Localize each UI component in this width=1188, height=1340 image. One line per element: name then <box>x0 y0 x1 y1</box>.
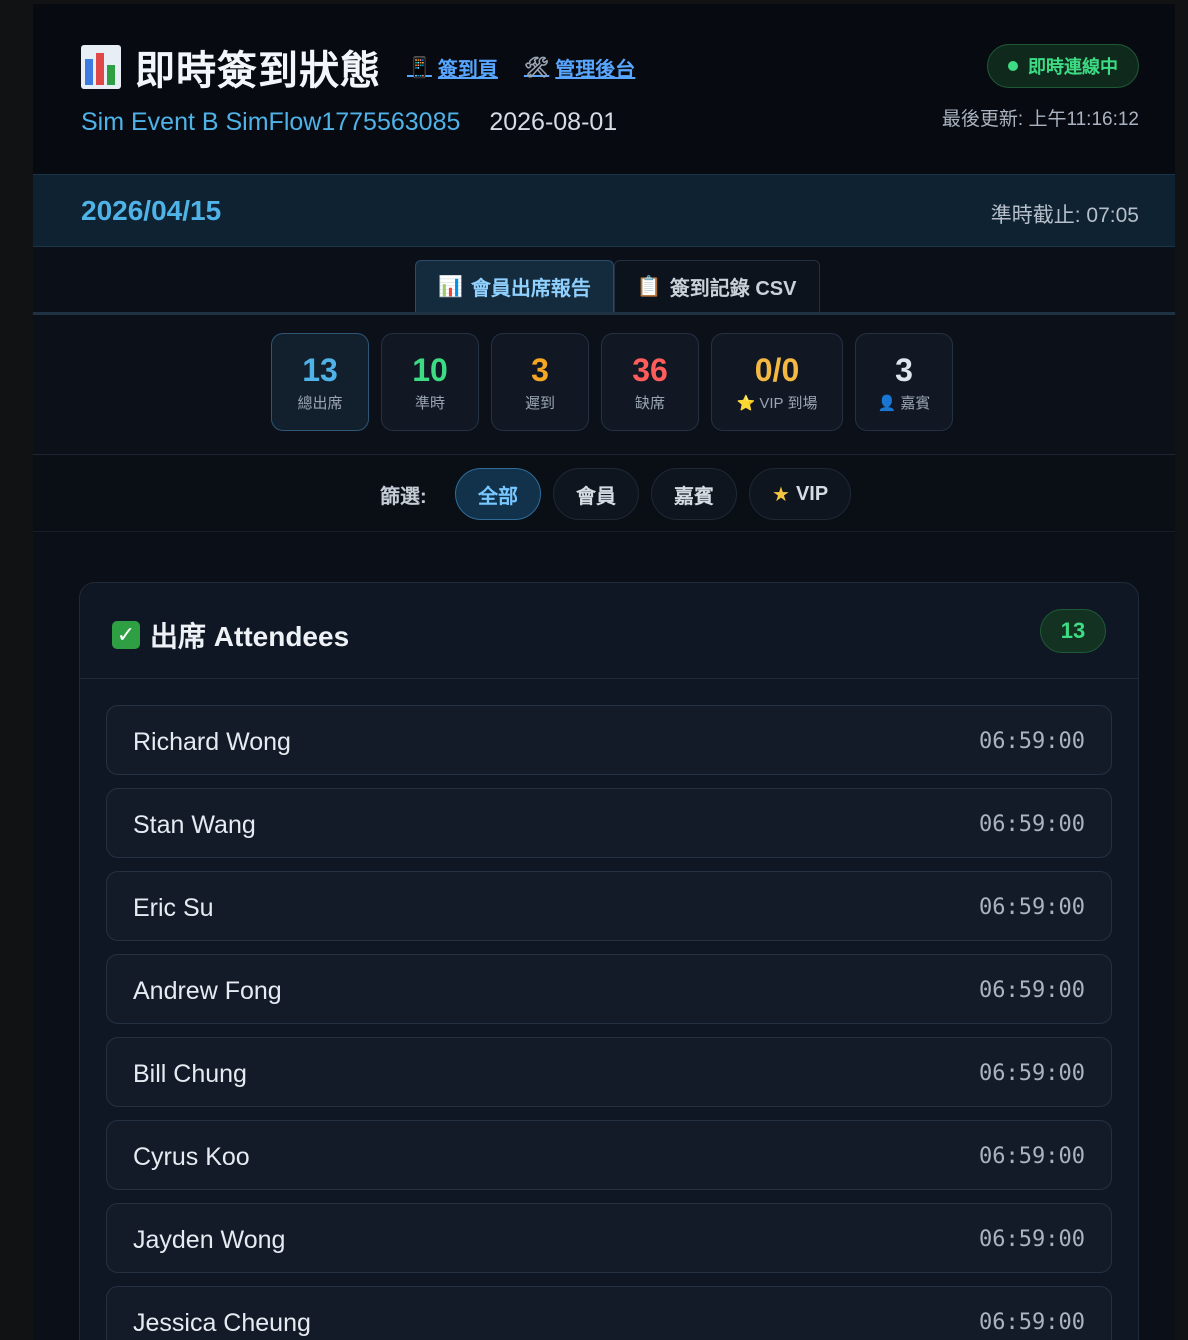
checkin-time: 06:59:00 <box>979 1061 1085 1086</box>
checkin-time: 06:59:00 <box>979 1144 1085 1169</box>
attendee-name: Jayden Wong <box>133 1226 286 1254</box>
filter-bar: 篩選: 全部 會員 嘉賓 ★ VIP <box>33 456 1175 532</box>
session-date: 2026/04/15 <box>81 195 222 226</box>
attendee-name: Eric Su <box>133 894 214 922</box>
filter-chips: 全部 會員 嘉賓 ★ VIP <box>455 468 852 520</box>
panel-header: ✓ 出席 Attendees 13 <box>80 583 1138 679</box>
stat-label: ⭐ VIP 到場 <box>736 394 818 412</box>
filter-chip-label: 全部 <box>478 485 518 508</box>
stat-card: 3 👤 嘉賓 <box>855 333 953 431</box>
phone-icon: 📱 <box>407 56 432 79</box>
attendee-row: Richard Wong 06:59:00 <box>106 705 1112 775</box>
filter-chip-label: 會員 <box>576 485 616 508</box>
attendee-row: Jessica Cheung 06:59:00 <box>106 1286 1112 1340</box>
attendee-name: Jessica Cheung <box>133 1309 311 1337</box>
last-updated: 最後更新: 上午11:16:12 <box>941 109 1139 130</box>
stat-label: 👤 嘉賓 <box>877 394 931 412</box>
stat-value: 13 <box>302 351 338 388</box>
stat-value: 3 <box>895 351 913 388</box>
filter-chip[interactable]: 會員 <box>553 468 639 520</box>
tab-label: 簽到記錄 CSV <box>669 278 797 300</box>
date-bar: 2026/04/15 準時截止: 07:05 <box>33 174 1175 247</box>
checkin-time: 06:59:00 <box>979 1227 1085 1252</box>
bar-chart-icon <box>81 45 121 89</box>
tab-label: 會員出席報告 <box>470 278 591 300</box>
event-date: 2026-08-01 <box>489 108 618 136</box>
filter-chip[interactable]: 全部 <box>455 468 541 520</box>
admin-link-label: 管理後台 <box>555 58 636 81</box>
stat-value: 10 <box>412 351 448 388</box>
stat-value: 3 <box>531 351 549 388</box>
checkin-page-link-label: 簽到頁 <box>437 58 498 81</box>
stat-card: 13 總出席 <box>271 333 369 431</box>
attendee-name: Bill Chung <box>133 1060 247 1088</box>
filter-chip-label: 嘉賓 <box>674 485 714 508</box>
checkin-time: 06:59:00 <box>979 895 1085 920</box>
stat-value: 0/0 <box>754 351 800 388</box>
attendee-row: Cyrus Koo 06:59:00 <box>106 1120 1112 1190</box>
stat-card: 3 遲到 <box>491 333 589 431</box>
chart-icon: 📊 <box>438 276 463 298</box>
on-time-cutoff: 準時截止: 07:05 <box>990 204 1139 227</box>
tab-bar: 📊 會員出席報告 📋 簽到記錄 CSV <box>415 260 820 312</box>
live-dot-icon <box>1008 61 1018 71</box>
panel-title: ✓ 出席 Attendees <box>112 615 349 655</box>
tab-attendance-report[interactable]: 📊 會員出席報告 <box>415 260 614 312</box>
attendee-list: Richard Wong 06:59:00 Stan Wang 06:59:00 Eri… <box>106 705 1112 1340</box>
stat-label: 總出席 <box>297 394 343 412</box>
star-icon: ★ <box>772 483 790 506</box>
attendee-name: Andrew Fong <box>133 977 282 1005</box>
tab-checkin-csv[interactable]: 📋 簽到記錄 CSV <box>613 260 820 312</box>
filter-label: 篩選: <box>380 486 427 508</box>
stats-area: 13 總出席 10 準時 3 遲到 36 缺席 0/0 ⭐ VIP 到場 3 👤 嘉賓 <box>33 315 1175 455</box>
filter-chip[interactable]: ★ VIP <box>749 468 852 520</box>
stats-row: 13 總出席 10 準時 3 遲到 36 缺席 0/0 ⭐ VIP 到場 3 👤 嘉賓 <box>271 333 953 431</box>
live-status-badge: 即時連線中 <box>987 44 1139 88</box>
attendee-name: Cyrus Koo <box>133 1143 250 1171</box>
header: 即時簽到狀態 📱 簽到頁 🛠 管理後台 Sim Event B SimFlow1… <box>33 4 1175 174</box>
checkin-time: 06:59:00 <box>979 1310 1085 1335</box>
attendee-name: Richard Wong <box>133 728 291 756</box>
stat-label: 準時 <box>414 394 445 412</box>
stat-label: 遲到 <box>524 394 555 412</box>
stat-label: 缺席 <box>634 394 665 412</box>
event-name: Sim Event B SimFlow1775563085 <box>81 108 461 136</box>
checkin-time: 06:59:00 <box>979 978 1085 1003</box>
attendee-row: Andrew Fong 06:59:00 <box>106 954 1112 1024</box>
attendee-row: Jayden Wong 06:59:00 <box>106 1203 1112 1273</box>
stat-value: 36 <box>632 351 668 388</box>
filter-chip-label: VIP <box>795 482 829 505</box>
attendees-panel: ✓ 出席 Attendees 13 Richard Wong 06:59:00 St… <box>79 582 1139 1340</box>
live-status-label: 即時連線中 <box>1028 57 1118 77</box>
check-icon: ✓ <box>112 621 140 649</box>
attendee-row: Stan Wang 06:59:00 <box>106 788 1112 858</box>
title-row: 即時簽到狀態 📱 簽到頁 🛠 管理後台 <box>81 38 635 96</box>
checkin-time: 06:59:00 <box>979 729 1085 754</box>
attendee-name: Stan Wang <box>133 811 256 839</box>
panel-title-label: 出席 Attendees <box>150 621 350 652</box>
checkin-page-link[interactable]: 📱 簽到頁 <box>407 53 498 82</box>
stat-card: 10 準時 <box>381 333 479 431</box>
attendee-row: Bill Chung 06:59:00 <box>106 1037 1112 1107</box>
event-info: Sim Event B SimFlow1775563085 2026-08-01 <box>81 108 617 137</box>
stat-card: 0/0 ⭐ VIP 到場 <box>711 333 843 431</box>
filter-chip[interactable]: 嘉賓 <box>651 468 737 520</box>
clipboard-icon: 📋 <box>636 276 662 298</box>
stat-card: 36 缺席 <box>601 333 699 431</box>
admin-link[interactable]: 🛠 管理後台 <box>524 53 635 82</box>
dashboard-window: 即時簽到狀態 📱 簽到頁 🛠 管理後台 Sim Event B SimFlow1… <box>33 4 1175 1340</box>
tools-icon: 🛠 <box>523 56 550 79</box>
checkin-time: 06:59:00 <box>979 812 1085 837</box>
page-title: 即時簽到狀態 <box>135 49 381 93</box>
attendee-count-badge: 13 <box>1040 609 1106 653</box>
attendee-row: Eric Su 06:59:00 <box>106 871 1112 941</box>
